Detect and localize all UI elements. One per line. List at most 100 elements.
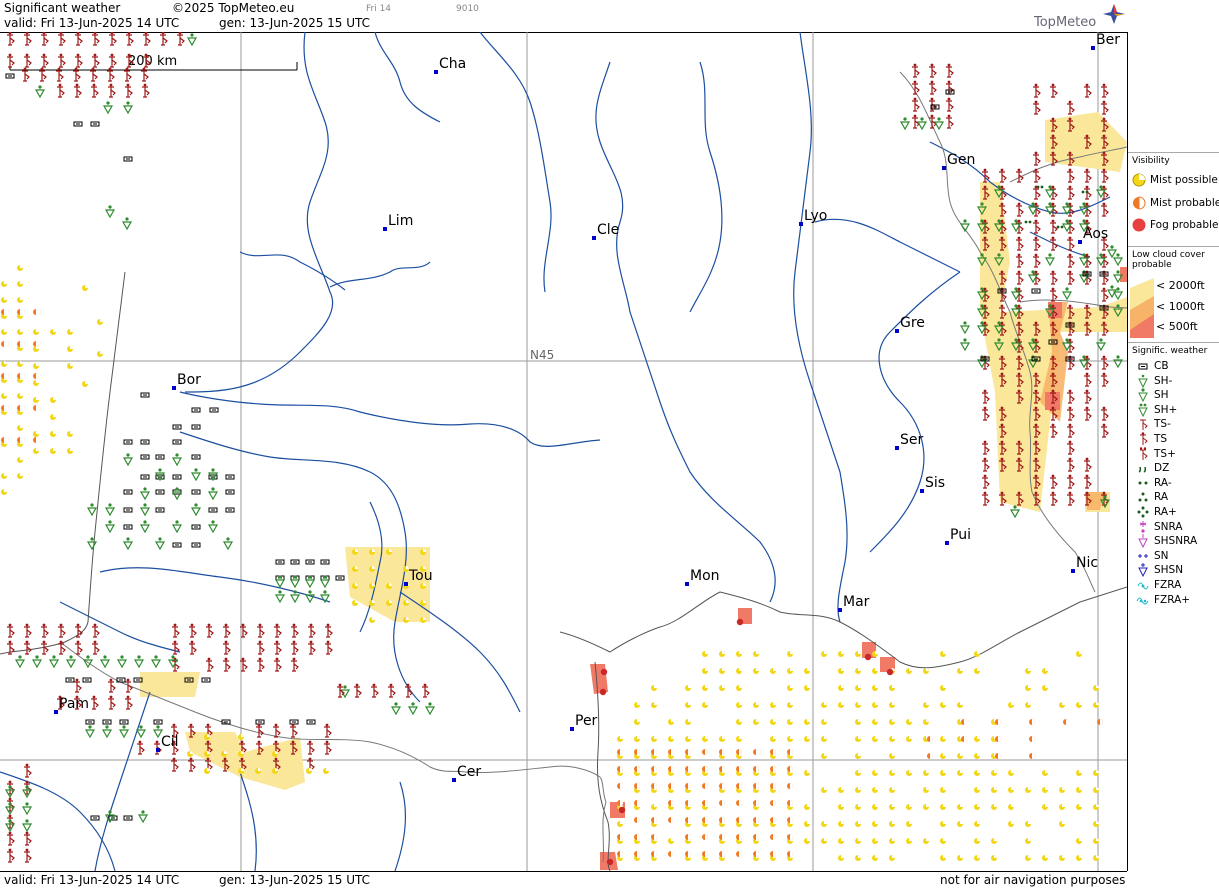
cb-symbol <box>192 543 200 547</box>
thunderstorm-symbol <box>1050 492 1057 505</box>
cb-symbol <box>124 490 132 494</box>
thunderstorm-symbol <box>929 81 936 94</box>
legend-sigwx-snra: SNRA <box>1136 520 1183 534</box>
mist-possible-symbol <box>634 736 640 742</box>
shower-symbol <box>23 819 31 831</box>
mist-probable-symbol <box>617 766 623 772</box>
thunderstorm-symbol <box>1101 373 1108 386</box>
mist-possible-symbol <box>872 719 878 725</box>
cb-symbol <box>226 490 234 494</box>
mist-possible-symbol <box>719 736 725 742</box>
mist-possible-symbol <box>838 651 844 657</box>
thunderstorm-symbol <box>982 492 989 505</box>
mist-possible-symbol <box>651 685 657 691</box>
mist-possible-symbol <box>719 651 725 657</box>
mist-probable-symbol <box>736 800 742 806</box>
city-label-nic: Nic <box>1076 555 1098 571</box>
mist-possible-symbol <box>1 281 7 287</box>
sigwx-dz-icon <box>1136 461 1150 475</box>
thunderstorm-symbol <box>92 32 99 45</box>
thunderstorm-symbol <box>7 849 14 862</box>
thunderstorm-symbol <box>1101 356 1108 369</box>
mist-probable-symbol <box>719 851 725 857</box>
city-dot <box>404 582 408 586</box>
thunderstorm-symbol <box>999 169 1006 182</box>
thunderstorm-symbol <box>125 679 132 692</box>
mist-probable-symbol <box>634 851 640 857</box>
mist-probable-symbol <box>634 766 640 772</box>
legend-sigwx-fzra: FZRA <box>1136 578 1181 592</box>
mist-possible-symbol <box>685 702 691 708</box>
mist-possible-symbol <box>420 600 426 606</box>
mist-probable-symbol <box>719 817 725 823</box>
shower-symbol <box>16 655 24 667</box>
shower-symbol <box>118 655 126 667</box>
legend-sigwx-sh-minusplus: SH+ <box>1136 403 1177 417</box>
city-label-cle: Cle <box>597 222 619 238</box>
thunderstorm-symbol <box>308 641 315 654</box>
shower-symbol <box>1063 287 1071 299</box>
mist-possible-symbol <box>50 448 56 454</box>
mist-possible-symbol <box>855 855 861 861</box>
mist-possible-symbol <box>940 736 946 742</box>
mist-probable-symbol <box>753 783 759 789</box>
thunderstorm-symbol <box>92 54 99 67</box>
weather-map[interactable]: N45 200 km Cha Lim Cle Lyo Ber Gen Aos G… <box>0 32 1128 871</box>
city-dot <box>685 582 689 586</box>
mist-possible-symbol <box>872 651 878 657</box>
mist-possible-symbol <box>940 838 946 844</box>
thunderstorm-symbol <box>274 641 281 654</box>
mist-possible-symbol <box>872 804 878 810</box>
mist-possible-symbol <box>736 702 742 708</box>
thunderstorm-symbol <box>108 84 115 97</box>
mist-possible-symbol <box>352 549 358 555</box>
thunderstorm-symbol <box>7 832 14 845</box>
thunderstorm-symbol <box>1016 169 1023 182</box>
thunderstorm-symbol <box>143 32 150 45</box>
thunderstorm-symbol <box>24 54 31 67</box>
thunderstorm-symbol <box>291 641 298 654</box>
scale-bar: 200 km <box>10 54 297 70</box>
thunderstorm-symbol <box>1101 84 1108 97</box>
coastline <box>0 272 1127 871</box>
mist-possible-symbol <box>838 838 844 844</box>
thunderstorm-symbol <box>405 684 412 697</box>
city-label-bor: Bor <box>177 372 201 388</box>
mist-possible-symbol <box>1076 702 1082 708</box>
mist-possible-symbol <box>1 329 7 335</box>
city-label-cer: Cer <box>457 764 481 780</box>
mist-possible-symbol <box>940 702 946 708</box>
mist-possible-symbol <box>369 583 375 589</box>
thunderstorm-symbol <box>1050 271 1057 284</box>
mist-possible-symbol <box>1076 651 1082 657</box>
legend-sigwx-dz: DZ <box>1136 461 1169 475</box>
mist-possible-symbol <box>67 431 73 437</box>
mist-possible-symbol <box>1008 821 1014 827</box>
mist-possible-symbol <box>940 821 946 827</box>
mist-probable-symbol <box>651 749 657 755</box>
mist-possible-symbol <box>889 685 895 691</box>
mist-probable-symbol <box>685 800 691 806</box>
city-dot <box>1091 46 1095 50</box>
mist-possible-symbol <box>923 770 929 776</box>
thunderstorm-symbol <box>324 724 331 737</box>
mist-possible-symbol <box>17 393 23 399</box>
cb-symbol <box>156 455 164 459</box>
shower-symbol <box>88 503 96 515</box>
mist-possible-symbol <box>974 821 980 827</box>
cb-symbol <box>124 816 132 820</box>
mist-probable-symbol <box>770 783 776 789</box>
mist-possible-symbol <box>1008 804 1014 810</box>
cb-symbol <box>210 408 218 412</box>
mist-probable-symbol <box>33 309 39 315</box>
mist-possible-symbol <box>991 787 997 793</box>
mist-possible-symbol <box>323 768 329 774</box>
thunderstorm-symbol <box>1016 271 1023 284</box>
thunderstorm-symbol <box>41 32 48 45</box>
mist-possible-symbol <box>957 770 963 776</box>
city-dot <box>172 386 176 390</box>
mist-possible-symbol <box>17 425 23 431</box>
shower-symbol <box>1011 505 1019 517</box>
cb-symbol <box>124 157 132 161</box>
mist-probable-symbol <box>1029 719 1035 725</box>
